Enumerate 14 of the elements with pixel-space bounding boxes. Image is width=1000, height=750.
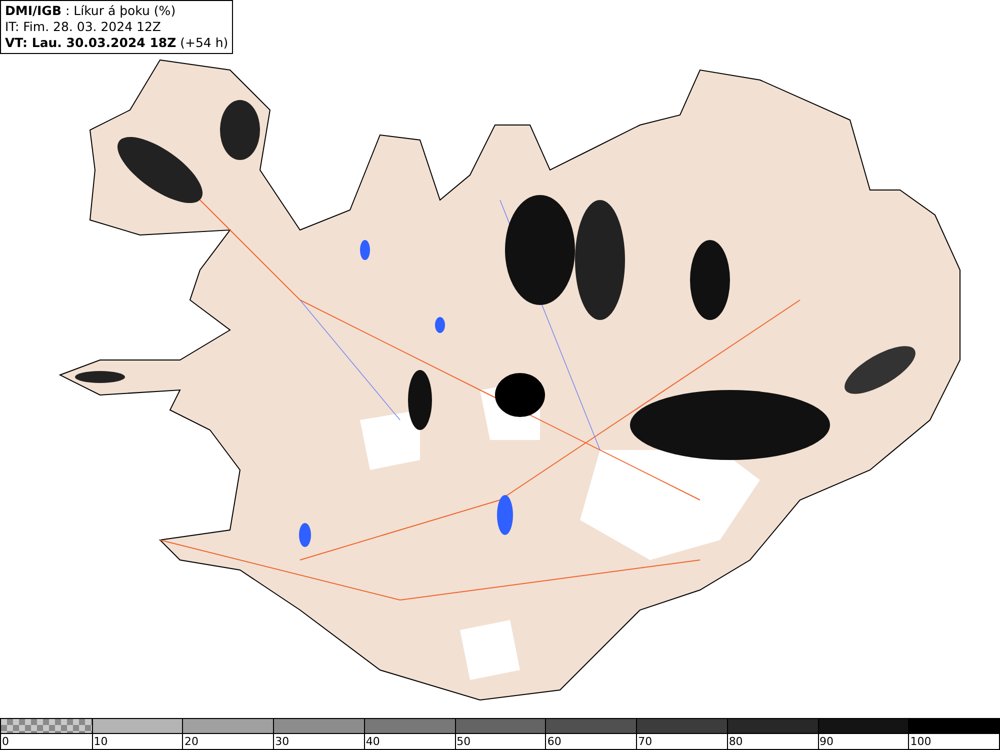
legend-tick-label: 50 — [454, 734, 546, 749]
info-line: VT: Lau. 30.03.2024 18Z (+54 h) — [5, 35, 228, 51]
legend-tick-label: 90 — [818, 734, 908, 749]
legend-tick-label: 10 — [92, 734, 182, 749]
legend-tick-label: 0 — [1, 734, 10, 749]
legend-tick-label: 30 — [273, 734, 364, 749]
legend-tick-label: 100 — [908, 734, 999, 749]
legend-tick-label: 60 — [545, 734, 636, 749]
info-line: IT: Fim. 28. 03. 2024 12Z — [5, 19, 162, 35]
legend-tick-label: 70 — [636, 734, 727, 749]
legend-tick-label: 20 — [182, 734, 274, 749]
legend-tick-label: 80 — [726, 734, 818, 749]
info-line: DMI/IGB : Líkur á þoku (%) — [5, 3, 177, 19]
legend-tick-label: 40 — [364, 734, 455, 749]
